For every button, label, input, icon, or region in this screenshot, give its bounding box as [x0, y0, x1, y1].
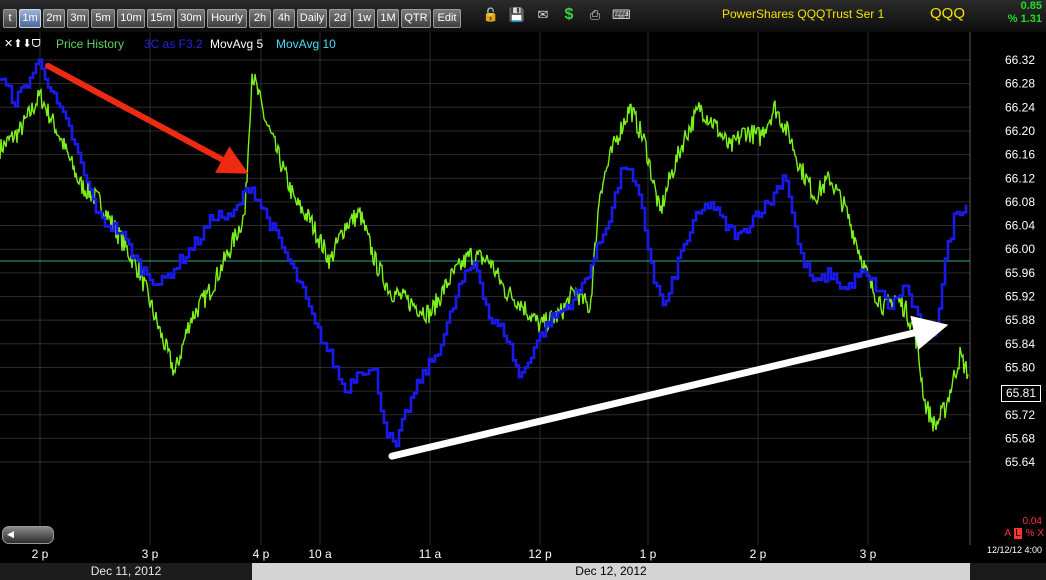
y-tick-label: 65.88 [1005, 313, 1035, 327]
legend-price-history[interactable]: Price History [56, 35, 124, 53]
y-tick-label: 66.24 [1005, 100, 1035, 114]
x-tick-label: 3 p [142, 547, 159, 561]
x-tick-label: 11 a [419, 547, 442, 561]
x-tick-label: 2 p [32, 547, 49, 561]
downtrend-arrow [45, 62, 249, 174]
x-tick-label: 3 p [860, 547, 877, 561]
y-tick-label: 66.28 [1005, 77, 1035, 91]
y-tick-label: 65.72 [1005, 408, 1035, 422]
volume-label: 0.04 [1022, 516, 1042, 527]
date-timeline: Dec 11, 2012 Dec 12, 2012 [0, 563, 1046, 580]
legend-nav-icons[interactable]: ✕⬆⬇ᗜ [4, 35, 41, 53]
x-axis: 2 p 3 p 4 p 10 a 11 a 12 p 1 p 2 p 3 p [32, 547, 877, 561]
y-tick-label: 65.68 [1005, 431, 1035, 445]
uptrend-arrow [388, 315, 949, 460]
y-tick-label: 65.64 [1005, 455, 1035, 469]
alert-l-button[interactable]: L [1014, 528, 1022, 539]
scroll-left-icon[interactable]: ◀ [7, 529, 14, 540]
y-tick-label: 65.80 [1005, 360, 1035, 374]
chart-scrollbar[interactable]: ◀ [2, 526, 54, 544]
y-tick-label: 66.20 [1005, 124, 1035, 138]
alert-a-button[interactable]: A [1004, 528, 1010, 539]
x-tick-label: 1 p [640, 547, 657, 561]
date-stamp: 12/12/12 4:00 [986, 545, 1042, 555]
legend-3c-indicator[interactable]: 3C as F3.2 [144, 35, 203, 53]
y-tick-label: 65.84 [1005, 337, 1035, 351]
y-tick-label: 66.04 [1005, 219, 1035, 233]
date-label-dec-12[interactable]: Dec 12, 2012 [252, 563, 970, 580]
x-tick-label: 2 p [750, 547, 767, 561]
price-history-line [0, 73, 969, 432]
y-tick-label: 66.12 [1005, 171, 1035, 185]
price-chart[interactable]: 66.32 66.28 66.24 66.20 66.16 66.12 66.08 66.04… [0, 0, 1046, 580]
x-tick-label: 4 p [253, 547, 270, 561]
legend-movavg-10[interactable]: MovAvg 10 [276, 35, 336, 53]
y-tick-label: 66.08 [1005, 195, 1035, 209]
y-tick-label: 66.32 [1005, 53, 1035, 67]
x-tick-label: 12 p [528, 547, 552, 561]
y-tick-label: 66.16 [1005, 148, 1035, 162]
y-tick-label: 65.92 [1005, 290, 1035, 304]
alert-controls: A L % X [1004, 528, 1044, 539]
grid [0, 32, 971, 545]
date-label-dec-11[interactable]: Dec 11, 2012 [0, 563, 252, 580]
y-tick-label: 65.96 [1005, 266, 1035, 280]
current-price-tag: 65.81 [1001, 385, 1041, 402]
alert-close-button[interactable]: X [1037, 528, 1044, 539]
alert-percent-button[interactable]: % [1026, 528, 1035, 539]
y-axis: 66.32 66.28 66.24 66.20 66.16 66.12 66.08 66.04… [1005, 53, 1035, 469]
y-tick-label: 66.00 [1005, 242, 1035, 256]
x-tick-label: 10 a [308, 547, 332, 561]
legend-movavg-5[interactable]: MovAvg 5 [210, 35, 263, 53]
